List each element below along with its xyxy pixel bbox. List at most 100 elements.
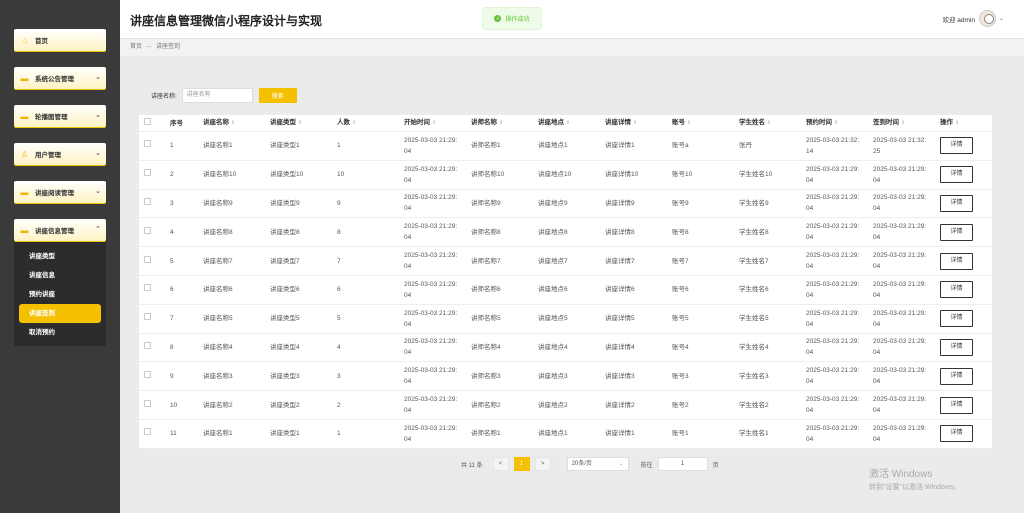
sidebar-item-lecture-reading[interactable]: ▬ 讲座阅读管理 ⌄ <box>14 181 106 203</box>
cell-lecture-name: 讲座名称8 <box>203 228 233 236</box>
detail-button[interactable]: 详情 <box>940 425 973 443</box>
cell-booking-time: 2025-03-03 21:29: 04 <box>806 338 860 357</box>
prev-page-button[interactable]: < <box>492 457 509 471</box>
cell-lecture-name: 讲座名称1 <box>203 430 233 438</box>
sidebar-item-home[interactable]: ⌂ 首页 <box>14 29 106 51</box>
cell-lecture-type: 讲座类型4 <box>270 343 300 351</box>
goto-label: 前往 <box>640 462 653 469</box>
row-checkbox[interactable] <box>144 226 151 234</box>
detail-button[interactable]: 详情 <box>940 166 973 184</box>
cell-location: 讲座地点7 <box>538 257 568 265</box>
cell-booking-time: 2025-03-03 21:29: 04 <box>806 280 860 299</box>
sidebar-item-lecture-info[interactable]: ▬ 讲座信息管理 ⌃ <box>14 219 106 241</box>
page-button[interactable]: 1 <box>513 457 530 471</box>
sort-icon[interactable]: ⇕ <box>955 120 959 126</box>
sort-icon[interactable]: ⇕ <box>834 120 838 126</box>
row-checkbox[interactable] <box>144 313 151 321</box>
cell-index: 7 <box>170 315 174 323</box>
sort-icon[interactable]: ⇕ <box>566 120 570 126</box>
table-row: 10 讲座名称2 讲座类型2 2 2025-03-03 21:29: 04 讲师名称2 讲座地… <box>139 391 992 420</box>
col-header: 签到时间 ⇕ <box>873 119 906 126</box>
cell-checkin-time: 2025-03-03 21:29: 04 <box>873 424 927 443</box>
cell-index: 6 <box>170 286 174 294</box>
cell-detail: 讲座详情1 <box>605 142 635 150</box>
sidebar: ⌂ 首页 ▬ 系统公告管理 ⌄ ▬ 轮播图管理 ⌄ ♙ 用户管理 ⌄ ▬ 讲座阅… <box>0 0 120 513</box>
col-header: 序号 <box>170 119 183 127</box>
table-row: 6 讲座名称6 讲座类型6 6 2025-03-03 21:29: 04 讲师名称6 讲座地点… <box>139 276 992 305</box>
sort-icon[interactable]: ⇕ <box>231 120 235 126</box>
cell-count: 3 <box>337 372 341 380</box>
submenu-item-lecture-info[interactable]: 讲座信息 <box>14 266 106 285</box>
detail-button[interactable]: 详情 <box>940 338 973 356</box>
cell-booking-time: 2025-03-03 21:29: 04 <box>806 252 860 271</box>
search-input[interactable]: 讲座名称 <box>181 88 253 103</box>
row-checkbox[interactable] <box>144 341 151 349</box>
detail-button[interactable]: 详情 <box>940 137 973 155</box>
cell-start-time: 2025-03-03 21:29: 04 <box>404 223 458 242</box>
folder-icon: ▬ <box>20 225 29 235</box>
detail-button[interactable]: 详情 <box>940 367 973 385</box>
row-checkbox[interactable] <box>144 255 151 263</box>
submenu-item-booking[interactable]: 预约讲座 <box>14 285 106 304</box>
cell-checkin-time: 2025-03-03 21:29: 04 <box>873 194 927 213</box>
cell-student-name: 学生姓名7 <box>739 257 769 265</box>
sort-icon[interactable]: ⇕ <box>499 120 503 126</box>
user-menu[interactable]: 欢迎 admin ⌄ <box>942 10 1004 27</box>
page-size-select[interactable]: 20条/页 ⌄ <box>566 457 629 471</box>
cell-booking-time: 2025-03-03 21:29: 04 <box>806 424 860 443</box>
table-row: 9 讲座名称3 讲座类型3 3 2025-03-03 21:29: 04 讲师名称3 讲座地点… <box>139 362 992 392</box>
page-unit-label: 页 <box>712 462 719 469</box>
row-checkbox[interactable] <box>144 169 151 177</box>
pagination: 共 11 条 < 1 > 20条/页 ⌄ 前往 1 页 <box>461 457 719 471</box>
search-button[interactable]: 搜索 <box>258 88 297 103</box>
sidebar-item-announcements[interactable]: ▬ 系统公告管理 ⌄ <box>14 67 106 89</box>
row-checkbox[interactable] <box>144 428 151 436</box>
sort-icon[interactable]: ⇕ <box>432 120 436 126</box>
row-checkbox[interactable] <box>144 370 151 378</box>
toast-text: 操作成功 <box>505 17 530 23</box>
table-header: 序号 讲座名称 ⇕ 讲座类型 ⇕ 人数 ⇕ 开始时间 ⇕ 讲师名称 ⇕ 讲座地点 ⇕ 讲座详… <box>139 115 992 132</box>
sort-icon[interactable]: ⇕ <box>633 120 637 126</box>
sidebar-item-label: 首页 <box>35 38 48 45</box>
breadcrumb-home[interactable]: 首页 <box>130 44 142 50</box>
submenu-item-lecture-type[interactable]: 讲座类型 <box>14 247 106 266</box>
sort-icon[interactable]: ⇕ <box>298 120 302 126</box>
cell-checkin-time: 2025-03-03 21:29: 04 <box>873 309 927 328</box>
submenu-item-cancel-booking[interactable]: 取消预约 <box>14 323 106 342</box>
sort-icon[interactable]: ⇕ <box>352 120 356 126</box>
chevron-down-icon: ⌄ <box>95 112 101 119</box>
next-page-button[interactable]: > <box>534 457 551 471</box>
sidebar-item-carousel[interactable]: ▬ 轮播图管理 ⌄ <box>14 105 106 127</box>
detail-button[interactable]: 详情 <box>940 396 973 414</box>
goto-page-input[interactable]: 1 <box>657 457 708 471</box>
sidebar-item-label: 用户管理 <box>35 152 61 159</box>
row-checkbox[interactable] <box>144 197 151 205</box>
detail-button[interactable]: 详情 <box>940 281 973 299</box>
sort-icon[interactable]: ⇕ <box>687 120 691 126</box>
table-body: 1 讲座名称1 讲座类型1 1 2025-03-03 21:29: 04 讲师名称1 讲座地点… <box>139 132 992 449</box>
cell-student-name: 学生姓名5 <box>739 315 769 323</box>
row-checkbox[interactable] <box>144 399 151 407</box>
detail-button[interactable]: 详情 <box>940 310 973 328</box>
submenu-item-checkin[interactable]: 讲座签到 <box>19 304 101 323</box>
sort-icon[interactable]: ⇕ <box>901 120 905 126</box>
table-row: 1 讲座名称1 讲座类型1 1 2025-03-03 21:29: 04 讲师名称1 讲座地点… <box>139 132 992 161</box>
cell-student-name: 学生姓名9 <box>739 199 769 207</box>
cell-lecture-type: 讲座类型1 <box>270 142 300 150</box>
row-checkbox[interactable] <box>144 140 151 148</box>
cell-booking-time: 2025-03-03 21:29: 04 <box>806 194 860 213</box>
sort-icon[interactable]: ⇕ <box>767 120 771 126</box>
submenu-lecture-info: 讲座类型 讲座信息 预约讲座 讲座签到 取消预约 <box>14 241 106 346</box>
table-row: 3 讲座名称9 讲座类型9 9 2025-03-03 21:29: 04 讲师名称9 讲座地点… <box>139 190 992 219</box>
detail-button[interactable]: 详情 <box>940 194 973 212</box>
avatar[interactable] <box>978 10 996 27</box>
cell-location: 讲座地点3 <box>538 372 568 380</box>
sidebar-item-users[interactable]: ♙ 用户管理 ⌄ <box>14 143 106 165</box>
detail-button[interactable]: 详情 <box>940 252 973 270</box>
folder-icon: ▬ <box>20 187 29 197</box>
col-header: 人数 ⇕ <box>337 119 357 126</box>
detail-button[interactable]: 详情 <box>940 223 973 241</box>
cell-student-name: 学生姓名8 <box>739 228 769 236</box>
select-all-checkbox[interactable] <box>144 117 151 125</box>
row-checkbox[interactable] <box>144 284 151 292</box>
